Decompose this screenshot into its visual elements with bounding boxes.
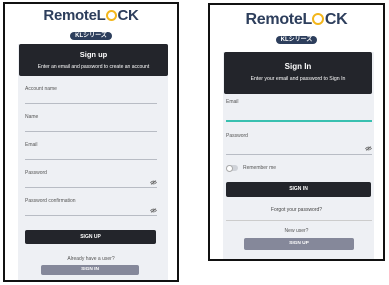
signin-subtitle: Enter your email and password to Sign In <box>250 76 346 82</box>
signup-header: Sign up Enter an email and password to c… <box>19 44 168 76</box>
already-have-user-text: Already have a user? <box>67 256 115 262</box>
forgot-password-link[interactable]: Forgot your password? <box>210 207 383 213</box>
remember-me-toggle[interactable] <box>226 164 238 172</box>
email-underline-focused <box>226 120 372 122</box>
eye-slash-icon[interactable] <box>365 146 372 151</box>
remember-me-label: Remember me <box>243 165 277 171</box>
signin-title: Sign In <box>284 62 312 71</box>
new-user-text: New user? <box>284 228 309 234</box>
email-underline <box>25 159 157 160</box>
brand-logo: RemoteL CK KLシリーズ <box>5 8 177 42</box>
email-label: Email <box>25 142 38 148</box>
account-name-field[interactable]: Account name <box>25 86 157 104</box>
signup-subtitle: Enter an email and password to create an… <box>37 64 150 70</box>
signin-button[interactable]: SIGN IN <box>226 182 371 197</box>
email-field[interactable]: Email <box>226 99 372 123</box>
lock-o-icon <box>312 13 325 25</box>
signup-screen: RemoteL CK KLシリーズ Sign up Enter an email … <box>3 2 179 282</box>
goto-signin-button[interactable]: SIGN IN <box>41 265 139 275</box>
name-field[interactable]: Name <box>25 114 157 132</box>
password-confirmation-label: Password confirmation <box>25 198 76 204</box>
account-name-label: Account name <box>25 86 57 92</box>
goto-signup-button[interactable]: SIGN UP <box>244 238 354 250</box>
signin-header: Sign In Enter your email and password to… <box>224 52 372 94</box>
password-label: Password <box>226 133 248 139</box>
signup-title: Sign up <box>79 50 108 59</box>
email-label: Email <box>226 99 239 105</box>
password-underline <box>25 187 157 188</box>
brand-logo: RemoteL CK KLシリーズ <box>210 11 383 46</box>
brand-wordmark: RemoteL CK <box>245 11 348 28</box>
divider <box>226 220 372 221</box>
password-underline <box>226 154 372 155</box>
password-label: Password <box>25 170 47 176</box>
lock-o-icon <box>106 10 117 21</box>
password-confirmation-underline <box>25 215 157 216</box>
signin-screen: RemoteL CK KLシリーズ Sign In Enter your emai… <box>208 3 385 261</box>
signup-panel <box>18 44 168 280</box>
email-field[interactable]: Email <box>25 142 157 160</box>
signup-button[interactable]: SIGN UP <box>25 230 156 244</box>
password-confirmation-field[interactable]: Password confirmation <box>25 198 157 216</box>
password-field[interactable]: Password <box>25 170 157 188</box>
name-underline <box>25 131 157 132</box>
account-name-underline <box>25 103 157 104</box>
brand-series-badge: KLシリーズ <box>275 36 318 44</box>
password-field[interactable]: Password <box>226 133 372 157</box>
brand-series-badge: KLシリーズ <box>70 32 112 40</box>
name-label: Name <box>25 114 39 120</box>
brand-wordmark: RemoteL CK <box>43 7 139 24</box>
eye-slash-icon[interactable] <box>150 208 157 213</box>
eye-slash-icon[interactable] <box>150 180 157 185</box>
toggle-knob <box>226 164 233 172</box>
